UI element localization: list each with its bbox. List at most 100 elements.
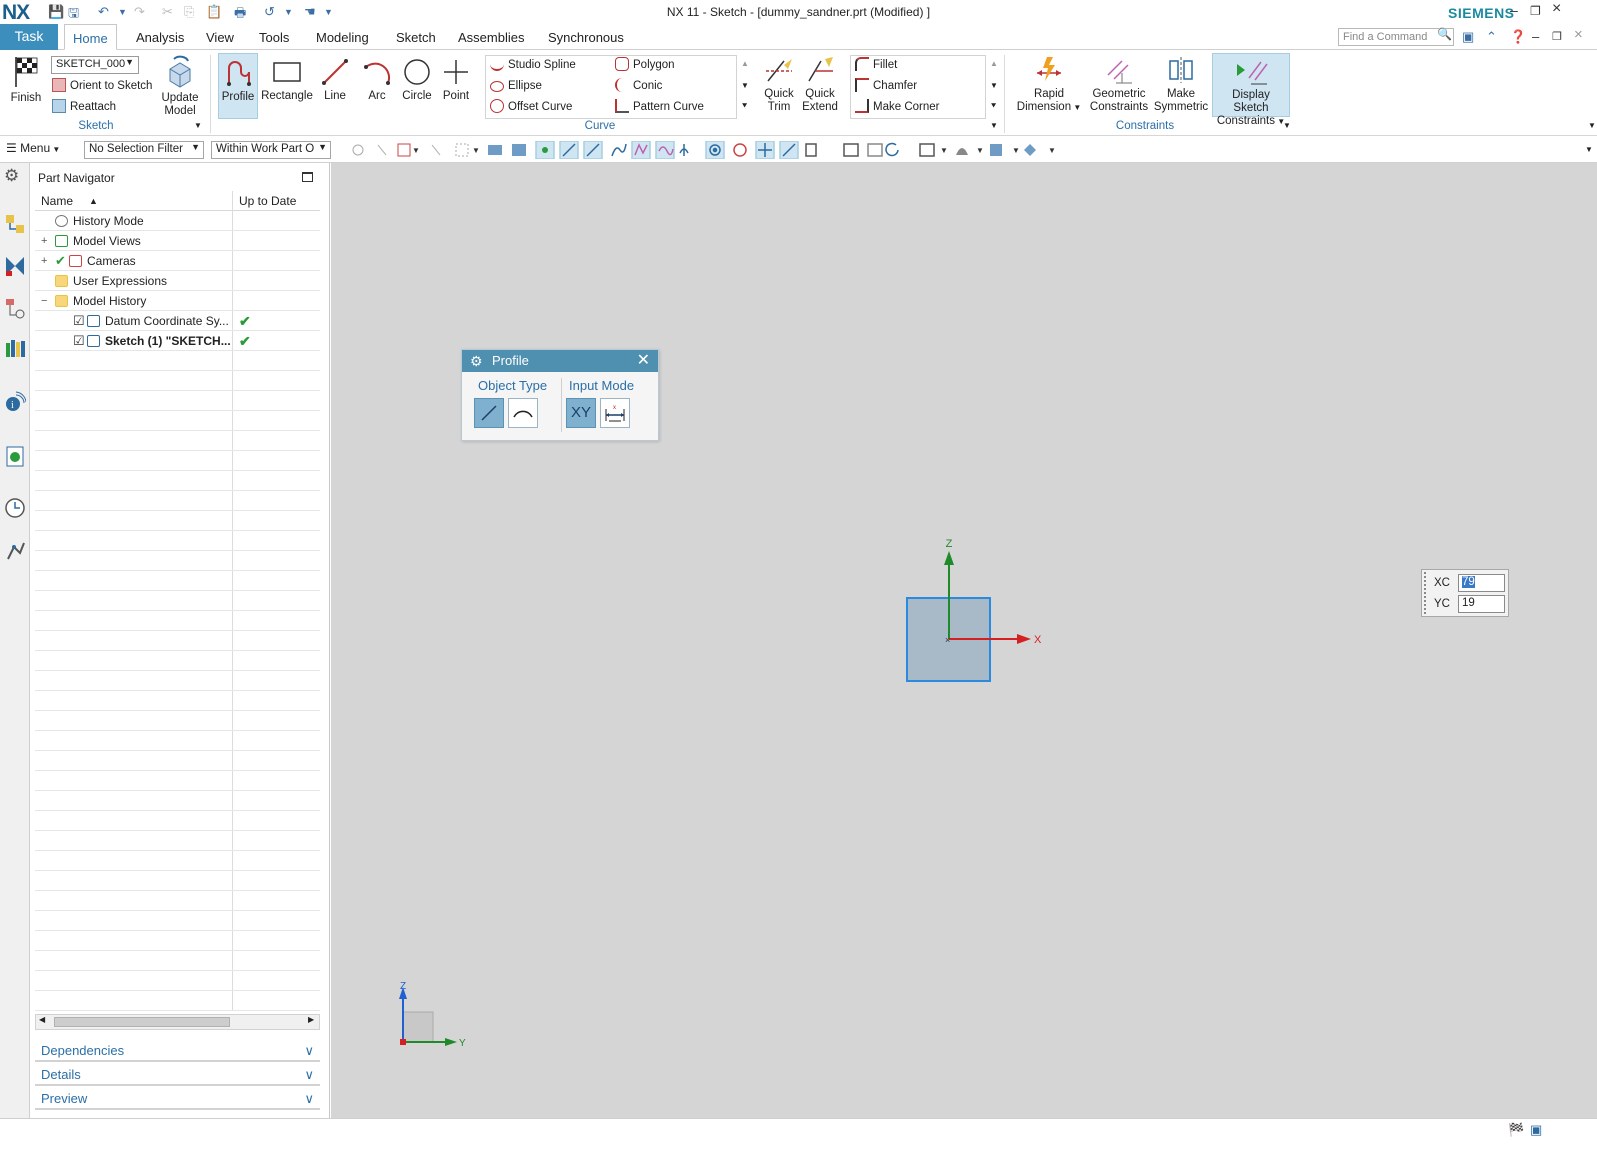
info-icon[interactable]: i	[4, 391, 26, 413]
pattern-curve-button[interactable]: Pattern Curve	[615, 98, 704, 116]
minimize-icon[interactable]: –	[1510, 2, 1518, 18]
search-icon[interactable]: 🔍	[1437, 27, 1452, 41]
expand-toggle[interactable]: −	[41, 291, 47, 311]
print-icon[interactable]: 🖶	[234, 4, 246, 26]
tree-row[interactable]: − Model History	[35, 291, 320, 311]
yc-input[interactable]: 19	[1458, 595, 1505, 613]
arc-button[interactable]: Arc	[360, 57, 394, 103]
gallery-expand-icon[interactable]: ⯆	[741, 101, 748, 112]
gallery-down-icon[interactable]: ▼	[741, 81, 749, 90]
ellipse-button[interactable]: Ellipse	[490, 77, 542, 95]
line-button[interactable]: Line	[318, 57, 352, 103]
menu-button[interactable]: ☰ Menu ▼	[6, 141, 60, 155]
update-model-button[interactable]: Update Model	[158, 55, 202, 118]
toolbar-options-icon[interactable]: ▼	[1585, 145, 1593, 154]
sketch-group-more-icon[interactable]: ▼	[194, 121, 202, 130]
orient-to-sketch-button[interactable]: Orient to Sketch	[52, 77, 152, 95]
customize-quick-access-icon[interactable]: ▼	[324, 7, 333, 17]
rectangle-button[interactable]: Rectangle	[261, 57, 313, 103]
undo-dropdown-icon[interactable]: ▼	[118, 7, 127, 17]
undo-icon[interactable]: ↶	[98, 4, 109, 20]
repeat-command-icon[interactable]: ↺	[264, 4, 275, 20]
column-header-uptodate[interactable]: Up to Date	[233, 191, 320, 211]
touch-mode-icon[interactable]: ☚	[304, 4, 316, 20]
scroll-left-icon[interactable]: ◀	[39, 1015, 45, 1024]
full-screen-icon[interactable]: ▣	[1530, 1122, 1542, 1138]
snap-toolbar-icons[interactable]: ▼ ▼ ▼ ▼ ▼ ▼	[350, 141, 1070, 159]
restore-icon[interactable]: ❐	[1530, 4, 1541, 18]
dependencies-panel[interactable]: Dependencies ∨	[35, 1040, 320, 1062]
gear-icon[interactable]: ⚙	[4, 166, 26, 188]
tab-assemblies[interactable]: Assemblies	[450, 24, 532, 50]
circle-button[interactable]: Circle	[399, 57, 435, 103]
curve-group-more-icon[interactable]: ▼	[990, 121, 998, 130]
offset-curve-button[interactable]: Offset Curve	[490, 98, 572, 116]
profile-button[interactable]: Profile	[218, 53, 258, 119]
gear-icon[interactable]: ⚙	[470, 350, 483, 372]
repeat-dropdown-icon[interactable]: ▼	[284, 7, 293, 17]
tab-modeling[interactable]: Modeling	[308, 24, 377, 50]
conic-button[interactable]: Conic	[615, 77, 662, 95]
tab-analysis[interactable]: Analysis	[128, 24, 192, 50]
graphics-window[interactable]: ⚙ Profile ✕ Object Type Input Mode XY x …	[331, 163, 1597, 1118]
rapid-dimension-button[interactable]: Rapid Dimension ▼	[1013, 55, 1085, 114]
reattach-button[interactable]: Reattach	[52, 98, 116, 116]
corner-gallery-expand-icon[interactable]: ⯆	[990, 101, 997, 112]
chamfer-button[interactable]: Chamfer	[855, 77, 917, 95]
close-icon[interactable]: ✕	[637, 350, 650, 372]
web-browser-icon[interactable]	[4, 445, 26, 467]
profile-dialog-header[interactable]: ⚙ Profile ✕	[462, 350, 658, 372]
window-mode-icon[interactable]: ▣	[1462, 29, 1474, 45]
scroll-right-icon[interactable]: ▶	[308, 1015, 314, 1024]
sketch-name-select[interactable]: SKETCH_000 ▼	[51, 56, 139, 74]
tab-task[interactable]: Task	[0, 24, 58, 50]
roles-icon[interactable]	[4, 539, 26, 561]
doc-close-icon[interactable]: ×	[1574, 26, 1583, 43]
input-mode-parameter-button[interactable]: x	[600, 398, 630, 428]
tab-view[interactable]: View	[198, 24, 242, 50]
gallery-up-icon[interactable]: ▲	[741, 59, 749, 68]
quick-trim-button[interactable]: Quick Trim	[760, 55, 798, 114]
make-symmetric-button[interactable]: Make Symmetric	[1152, 55, 1210, 114]
tree-row[interactable]: ☑ Sketch (1) "SKETCH... ✔	[35, 331, 320, 351]
tab-home[interactable]: Home	[64, 24, 117, 50]
finish-button[interactable]: Finish	[6, 55, 46, 105]
xc-input[interactable]: 79	[1458, 574, 1505, 592]
doc-restore-icon[interactable]: ❐	[1552, 30, 1562, 43]
save-all-icon[interactable]: 🖫	[68, 4, 79, 26]
collapse-ribbon-icon[interactable]: ⌃	[1486, 29, 1497, 45]
history-clock-icon[interactable]	[4, 497, 26, 519]
expand-toggle[interactable]: +	[41, 231, 47, 251]
view-triad[interactable]: Z Y	[391, 979, 471, 1049]
tab-synchronous[interactable]: Synchronous	[540, 24, 632, 50]
close-icon[interactable]: ×	[1552, 0, 1561, 18]
fillet-button[interactable]: Fillet	[855, 56, 897, 74]
polygon-button[interactable]: Polygon	[615, 56, 675, 74]
finish-flag-status-icon[interactable]: 🏁	[1508, 1122, 1524, 1138]
part-navigator-icon[interactable]	[4, 297, 26, 319]
maximize-icon[interactable]	[302, 172, 313, 182]
drag-handle[interactable]	[1424, 572, 1429, 614]
preview-panel[interactable]: Preview ∨	[35, 1088, 320, 1110]
status-check-icon[interactable]: ☑	[73, 331, 85, 351]
geometric-constraints-button[interactable]: Geometric Constraints	[1088, 55, 1150, 114]
object-type-line-button[interactable]	[474, 398, 504, 428]
quick-extend-button[interactable]: Quick Extend	[800, 55, 840, 114]
tree-row[interactable]: ☑ Datum Coordinate Sy... ✔	[35, 311, 320, 331]
tree-row[interactable]: + Model Views	[35, 231, 320, 251]
save-icon[interactable]: 💾	[48, 4, 64, 20]
status-check-icon[interactable]: ☑	[73, 311, 85, 331]
doc-minimize-icon[interactable]: –	[1532, 29, 1539, 44]
studio-spline-button[interactable]: Studio Spline	[490, 56, 576, 74]
corner-gallery-up-icon[interactable]: ▲	[990, 59, 998, 68]
details-panel[interactable]: Details ∨	[35, 1064, 320, 1086]
display-sketch-constraints-button[interactable]: Display Sketch Constraints ▼	[1212, 53, 1290, 127]
column-header-name[interactable]: Name ▲	[35, 191, 232, 211]
object-type-arc-button[interactable]	[508, 398, 538, 428]
constraints-group-more-icon[interactable]: ▼	[1283, 121, 1291, 130]
input-mode-xy-button[interactable]: XY	[566, 398, 596, 428]
tab-tools[interactable]: Tools	[251, 24, 297, 50]
tab-sketch[interactable]: Sketch	[388, 24, 444, 50]
point-button[interactable]: Point	[438, 57, 474, 103]
constraint-navigator-icon[interactable]	[4, 255, 26, 277]
